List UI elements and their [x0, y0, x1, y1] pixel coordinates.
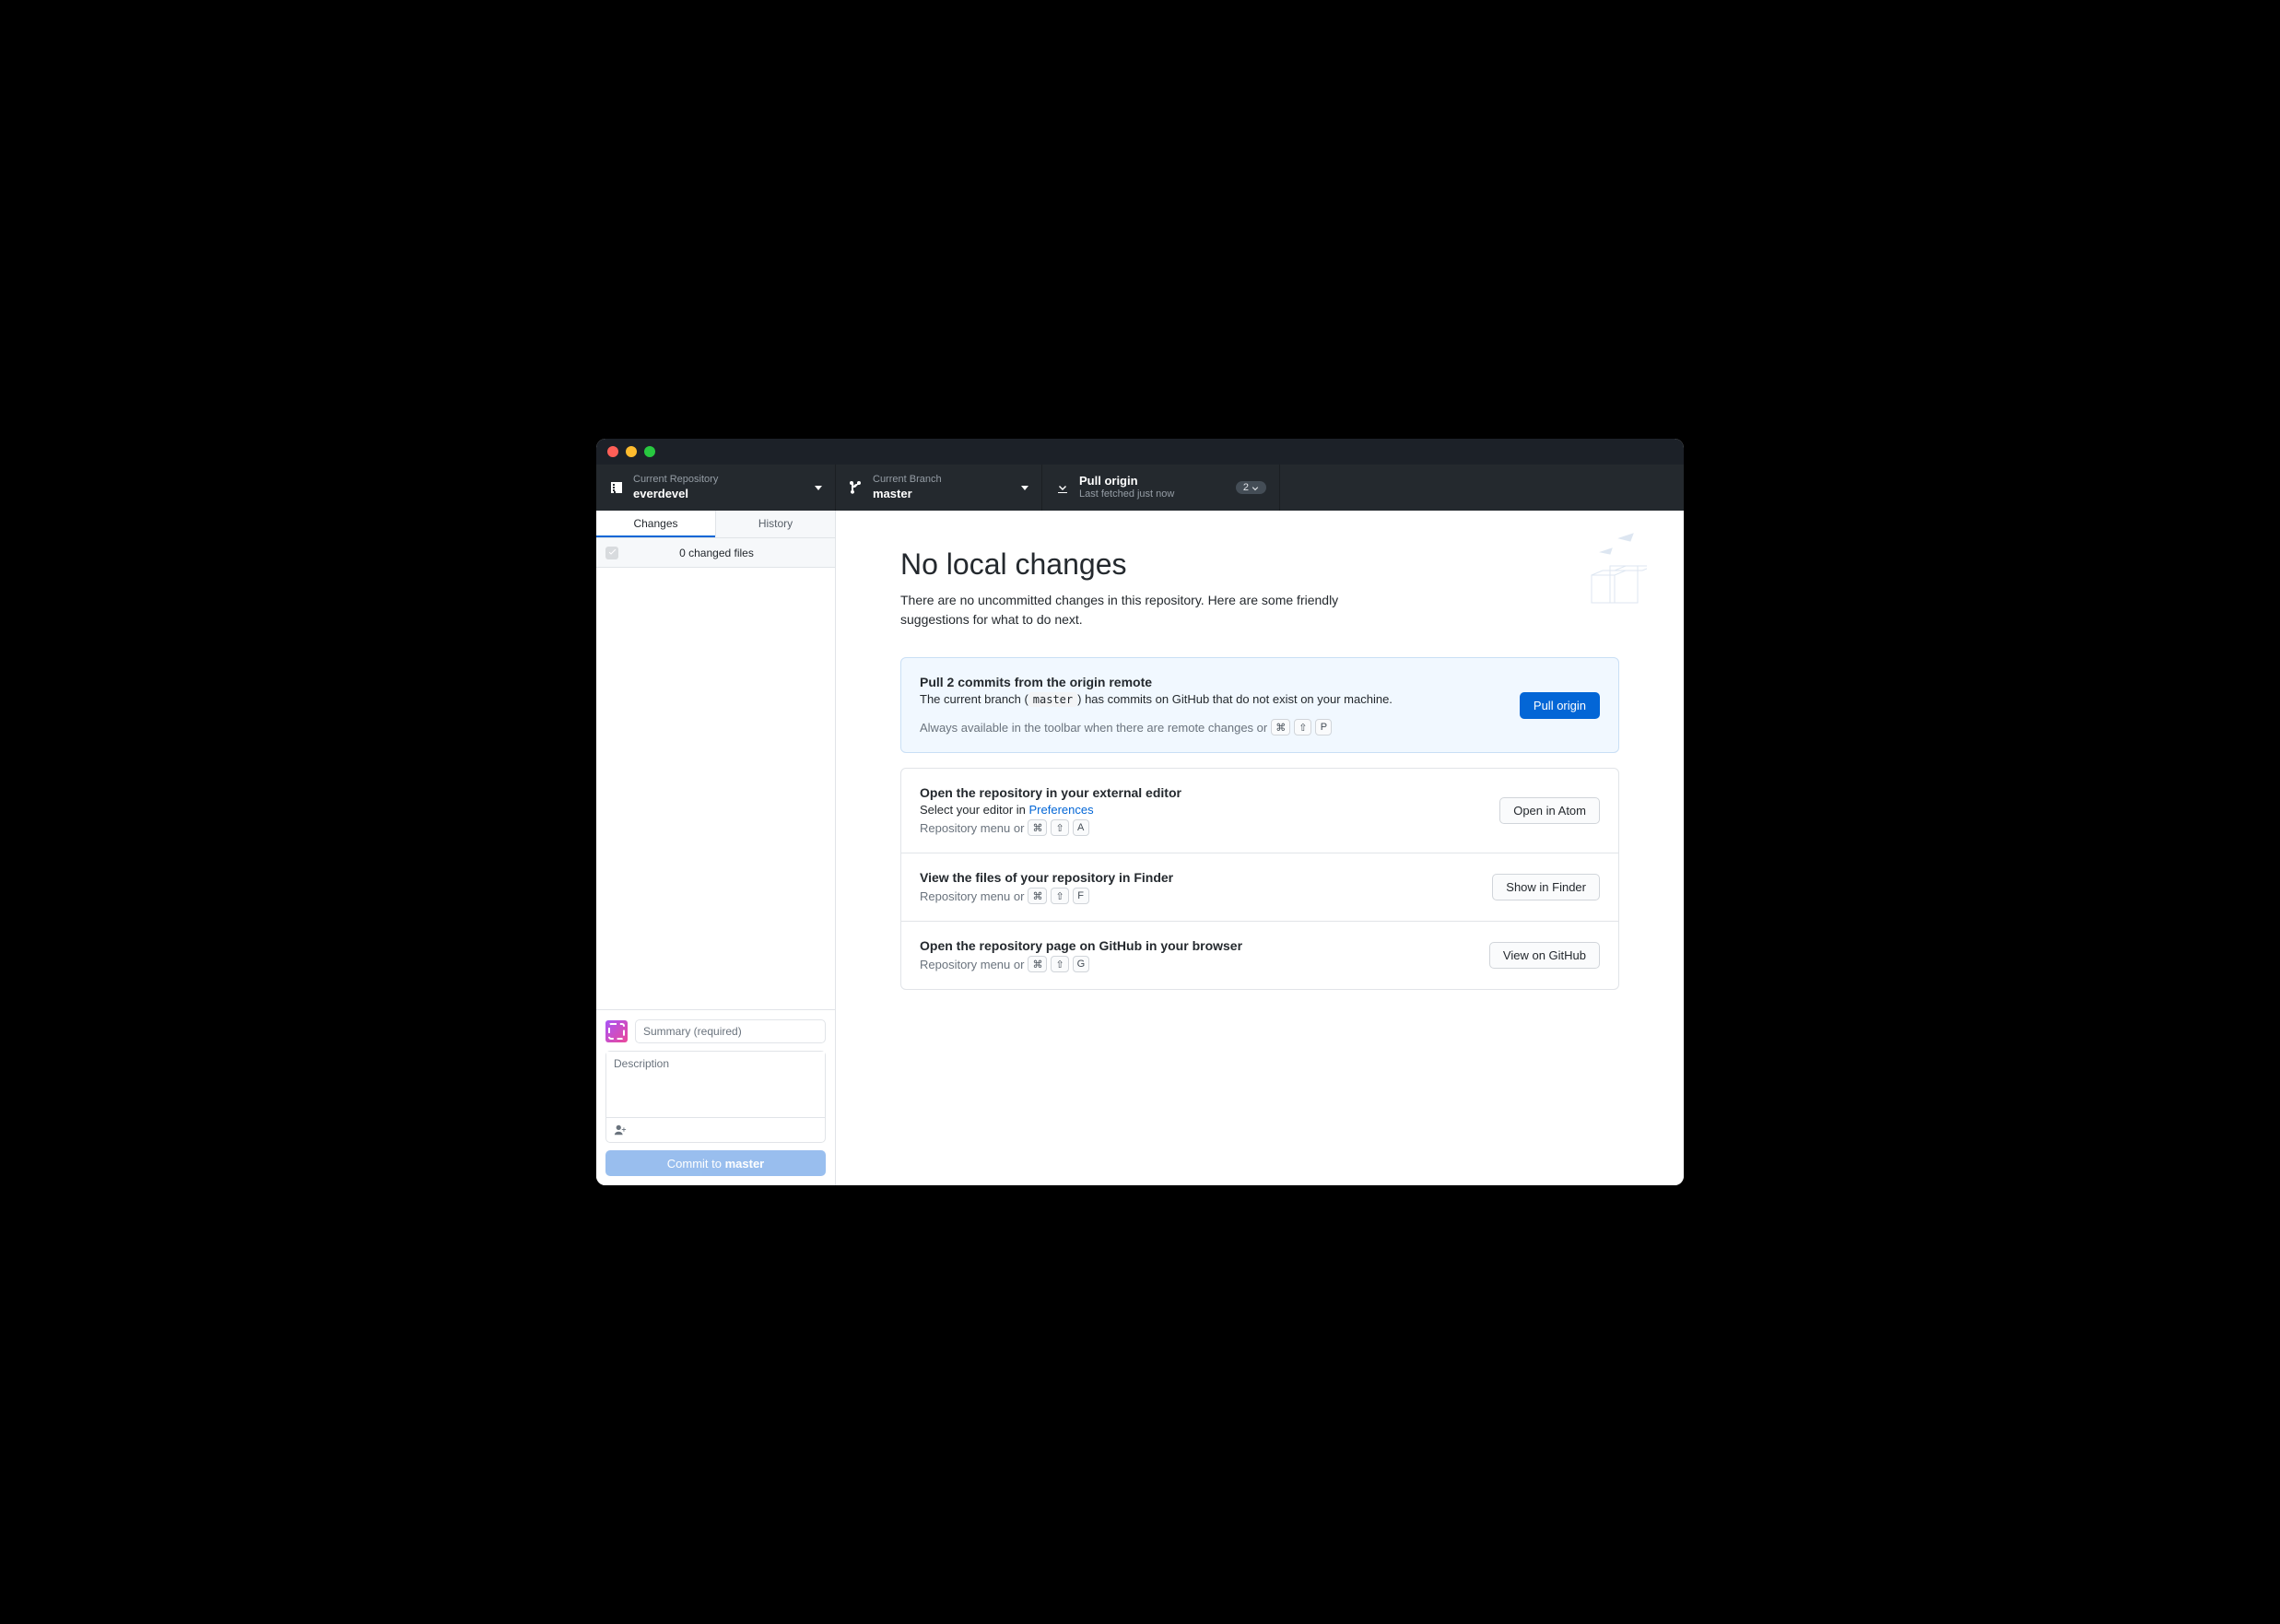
- card-github-title: Open the repository page on GitHub in yo…: [920, 938, 1471, 953]
- file-list: [596, 568, 835, 1009]
- card-pull-title: Pull 2 commits from the origin remote: [920, 675, 1501, 689]
- kbd-cmd: ⌘: [1028, 956, 1047, 972]
- repo-icon: [609, 480, 624, 495]
- card-editor: Open the repository in your external edi…: [900, 768, 1619, 853]
- show-in-finder-button[interactable]: Show in Finder: [1492, 874, 1600, 900]
- maximize-window-button[interactable]: [644, 446, 655, 457]
- body: Changes History 0 changed files: [596, 511, 1684, 1185]
- close-window-button[interactable]: [607, 446, 618, 457]
- card-finder-title: View the files of your repository in Fin…: [920, 870, 1474, 885]
- add-coauthor-button[interactable]: [612, 1122, 629, 1138]
- titlebar: [596, 439, 1684, 465]
- kbd-cmd: ⌘: [1028, 888, 1047, 904]
- commit-panel: Commit to master: [596, 1009, 835, 1185]
- card-editor-desc: Select your editor in Preferences: [920, 803, 1481, 817]
- kbd-shift: ⇧: [1051, 819, 1068, 836]
- avatar: [605, 1020, 628, 1042]
- card-pull-hint: Always available in the toolbar when the…: [920, 719, 1501, 736]
- card-github: Open the repository page on GitHub in yo…: [900, 922, 1619, 990]
- kbd-shift: ⇧: [1051, 956, 1068, 972]
- tab-changes[interactable]: Changes: [596, 511, 715, 537]
- kbd-cmd: ⌘: [1028, 819, 1047, 836]
- sidebar: Changes History 0 changed files: [596, 511, 836, 1185]
- tab-history[interactable]: History: [715, 511, 835, 537]
- commit-description-box: [605, 1051, 826, 1143]
- repository-dropdown[interactable]: Current Repository everdevel: [596, 465, 836, 511]
- chevron-down-icon: [1021, 486, 1028, 490]
- commit-button-branch: master: [725, 1157, 765, 1171]
- commit-button[interactable]: Commit to master: [605, 1150, 826, 1176]
- card-pull-desc: The current branch (master) has commits …: [920, 692, 1501, 706]
- kbd-p: P: [1315, 719, 1332, 736]
- card-pull: Pull 2 commits from the origin remote Th…: [900, 657, 1619, 753]
- pull-count-badge: 2: [1236, 481, 1266, 494]
- branch-dropdown[interactable]: Current Branch master: [836, 465, 1042, 511]
- repo-label: Current Repository: [633, 474, 805, 487]
- page-subtitle: There are no uncommitted changes in this…: [900, 591, 1398, 630]
- kbd-shift: ⇧: [1294, 719, 1311, 736]
- kbd-f: F: [1073, 888, 1089, 904]
- kbd-a: A: [1073, 819, 1089, 836]
- branch-name: master: [873, 487, 1012, 501]
- commit-button-prefix: Commit to: [667, 1157, 725, 1171]
- hero: No local changes There are no uncommitte…: [900, 547, 1619, 630]
- card-editor-title: Open the repository in your external edi…: [920, 785, 1481, 800]
- commit-description-input[interactable]: [606, 1052, 825, 1117]
- select-all-checkbox[interactable]: [605, 547, 618, 559]
- toolbar: Current Repository everdevel Current Bra…: [596, 465, 1684, 511]
- view-on-github-button[interactable]: View on GitHub: [1489, 942, 1600, 969]
- card-editor-hint: Repository menu or ⌘ ⇧ A: [920, 819, 1481, 836]
- commit-summary-input[interactable]: [635, 1019, 826, 1043]
- card-github-hint: Repository menu or ⌘ ⇧ G: [920, 956, 1471, 972]
- pull-origin-button[interactable]: Pull origin: [1520, 692, 1600, 719]
- main-content: No local changes There are no uncommitte…: [836, 511, 1684, 1185]
- preferences-link[interactable]: Preferences: [1029, 803, 1094, 817]
- fetch-label: Pull origin: [1079, 474, 1227, 488]
- minimize-window-button[interactable]: [626, 446, 637, 457]
- kbd-shift: ⇧: [1051, 888, 1068, 904]
- changed-files-count: 0 changed files: [626, 547, 826, 559]
- page-title: No local changes: [900, 547, 1619, 582]
- repo-name: everdevel: [633, 487, 805, 501]
- kbd-cmd: ⌘: [1271, 719, 1290, 736]
- changed-files-header: 0 changed files: [596, 538, 835, 568]
- open-in-atom-button[interactable]: Open in Atom: [1499, 797, 1600, 824]
- app-window: Current Repository everdevel Current Bra…: [596, 439, 1684, 1185]
- decorative-illustration: [1555, 529, 1647, 612]
- sidebar-tabs: Changes History: [596, 511, 835, 538]
- card-finder: View the files of your repository in Fin…: [900, 853, 1619, 922]
- suggestion-cards: Pull 2 commits from the origin remote Th…: [900, 657, 1619, 990]
- pull-count: 2: [1243, 482, 1249, 493]
- kbd-g: G: [1073, 956, 1090, 972]
- download-icon: [1055, 480, 1070, 495]
- fetch-sublabel: Last fetched just now: [1079, 488, 1227, 501]
- card-finder-hint: Repository menu or ⌘ ⇧ F: [920, 888, 1474, 904]
- branch-label: Current Branch: [873, 474, 1012, 487]
- chevron-down-icon: [815, 486, 822, 490]
- git-branch-icon: [849, 480, 864, 495]
- fetch-pull-button[interactable]: Pull origin Last fetched just now 2: [1042, 465, 1280, 511]
